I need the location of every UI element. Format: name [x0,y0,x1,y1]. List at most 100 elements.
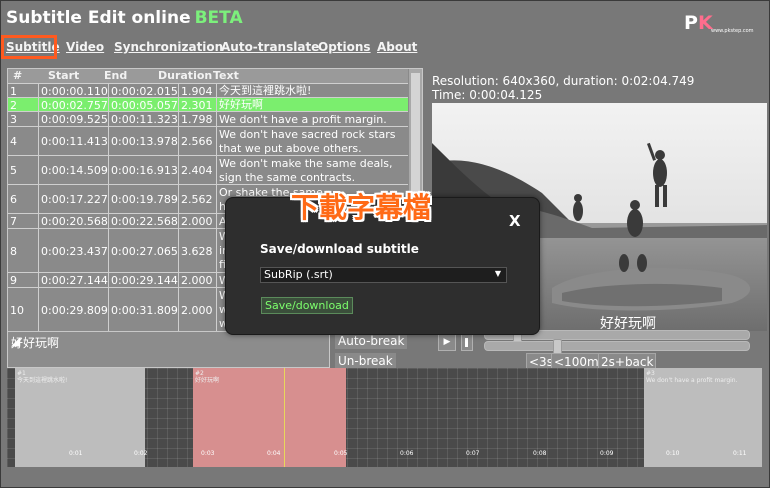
time-tick: 0:02 [134,450,148,457]
row-start-cell: 0:00:20.568 [41,214,109,229]
save-download-button[interactable]: Save/download [261,297,353,314]
row-start-cell: 0:00:23.437 [39,229,109,273]
menu-synchronization[interactable]: Synchronization [114,40,223,54]
resize-grip-icon[interactable]: ◢ [11,334,328,366]
row-start-cell: 0:00:02.757 [41,98,109,112]
waveform-sub3-num: #3 [646,370,655,377]
waveform-sub3-text: We don't have a profit margin. [646,377,738,384]
beta-label: BETA [194,8,243,28]
site-logo: PK [684,12,713,34]
row-duration-cell: 2.566 [179,127,217,156]
playhead-cursor [284,368,285,467]
row-number-cell: 5 [8,156,39,185]
chevron-down-icon: ▼ [494,269,501,278]
row-start-cell: 0:00:14.509 [39,156,109,185]
row-start-cell: 0:00:17.227 [39,185,109,214]
time-tick: 0:03 [201,450,215,457]
row-start-cell: 0:00:29.809 [39,288,109,331]
menu-options[interactable]: Options [318,40,371,54]
row-end-cell: 0:00:19.789 [109,185,179,214]
table-row[interactable]: 5 0:00:14.509 0:00:16.913 2.404 We don't mak… [8,155,408,185]
row-end-cell: 0:00:22.568 [111,214,179,229]
menu-auto-translate[interactable]: Auto-translate [221,40,319,54]
waveform-sub2-num: #2 [195,370,204,377]
row-end-cell: 0:00:13.978 [109,127,179,156]
row-number-cell: 7 [8,214,39,229]
play-button[interactable]: ▶ [438,334,456,351]
format-select[interactable]: SubRip (.srt) ▼ [260,267,507,283]
row-text-cell: 好好玩啊 [219,98,263,111]
row-duration-cell: 1.904 [179,84,217,98]
col-text-header: Text [213,69,239,82]
row-number-cell: 3 [8,112,39,127]
video-info: Resolution: 640x360, duration: 0:02:04.7… [432,74,694,102]
row-number-cell: 6 [8,185,39,214]
annotation-caption: 下載字幕檔 [291,191,432,224]
col-duration-header: Duration [158,69,213,82]
row-duration-cell: 2.301 [179,98,217,112]
row-duration-cell: 2.562 [179,185,217,214]
table-header: # Start End Duration Text [8,69,408,83]
row-number-cell: 2 [8,98,39,112]
time-tick: 0:05 [334,450,348,457]
row-end-cell: 0:00:16.913 [109,156,179,185]
row-duration-cell: 1.798 [179,112,217,127]
play-icon: ▶ [443,337,451,347]
logo-subtext: www.pkstep.com [711,28,754,34]
time-tick: 0:08 [533,450,547,457]
row-end-cell: 0:00:29.144 [111,273,179,288]
auto-break-button[interactable]: Auto-break [335,333,408,349]
close-icon[interactable]: X [509,212,521,230]
waveform-sub1-text: 今天到這裡跳水啦! [17,377,68,384]
table-row[interactable]: 4 0:00:11.413 0:00:13.978 2.566 We don't hav… [8,126,408,156]
app-title-text: Subtitle Edit online [6,8,191,28]
logo-p: P [684,12,698,34]
table-row[interactable]: 3 0:00:09.525 0:00:11.323 1.798 We don't hav… [8,111,408,127]
row-start-cell: 0:00:09.525 [41,112,109,127]
waveform-timeline[interactable]: #1 今天到這裡跳水啦! #2 好好玩啊 #3 We don't have a … [7,368,762,467]
un-break-button[interactable]: Un-break [335,353,396,369]
waveform-sub2-text: 好好玩啊 [195,377,220,384]
row-duration-cell: 2.000 [179,288,217,331]
row-start-cell: 0:00:00.110 [41,84,109,98]
menu-about[interactable]: About [377,40,417,54]
menu-highlight-annotation [1,35,57,59]
menu-video[interactable]: Video [66,40,104,54]
row-duration-cell: 2.404 [179,156,217,185]
subtitle-text-editor[interactable]: 好好玩啊 ◢ [7,331,330,368]
dialog-title: Save/download subtitle [260,242,419,256]
video-time: Time: 0:00:04.125 [432,88,543,102]
app-title: Subtitle Edit online BETA [6,8,243,28]
row-text-cell: We don't have sacred rock stars that we … [219,127,396,155]
row-number-cell: 4 [8,127,39,156]
row-text-cell: 今天到這裡跳水啦! [219,84,312,97]
time-tick: 0:10 [666,450,680,457]
row-number-cell: 8 [8,229,39,273]
row-duration-cell: 2.000 [179,273,217,288]
row-end-cell: 0:00:31.809 [109,288,179,331]
row-number-cell: 9 [8,273,39,288]
row-text-cell: We don't make the same deals, sign the s… [219,156,393,184]
time-tick: 0:09 [600,450,614,457]
time-tick: 0:04 [267,450,281,457]
position-slider[interactable] [484,339,750,355]
pause-button[interactable] [461,334,473,351]
row-duration-cell: 3.628 [179,229,217,273]
row-end-cell: 0:00:27.065 [109,229,179,273]
video-resolution: Resolution: 640x360, duration: 0:02:04.7… [432,74,695,88]
row-start-cell: 0:00:11.413 [39,127,109,156]
row-duration-cell: 2.000 [179,214,217,229]
col-end-header: End [104,69,128,82]
time-tick: 0:01 [69,450,83,457]
col-number-header: # [13,69,23,82]
table-row[interactable]: 2 0:00:02.757 0:00:05.057 2.301 好好玩啊 [8,97,408,112]
waveform-sub1-num: #1 [17,370,26,377]
time-tick: 0:11 [733,450,747,457]
time-tick: 0:06 [400,450,414,457]
table-row[interactable]: 1 0:00:00.110 0:00:02.015 1.904 今天到這裡跳水啦! [8,83,408,98]
row-number-cell: 10 [8,288,39,331]
row-end-cell: 0:00:02.015 [111,84,179,98]
col-start-header: Start [48,69,80,82]
row-end-cell: 0:00:05.057 [111,98,179,112]
format-select-value: SubRip (.srt) [264,268,333,281]
